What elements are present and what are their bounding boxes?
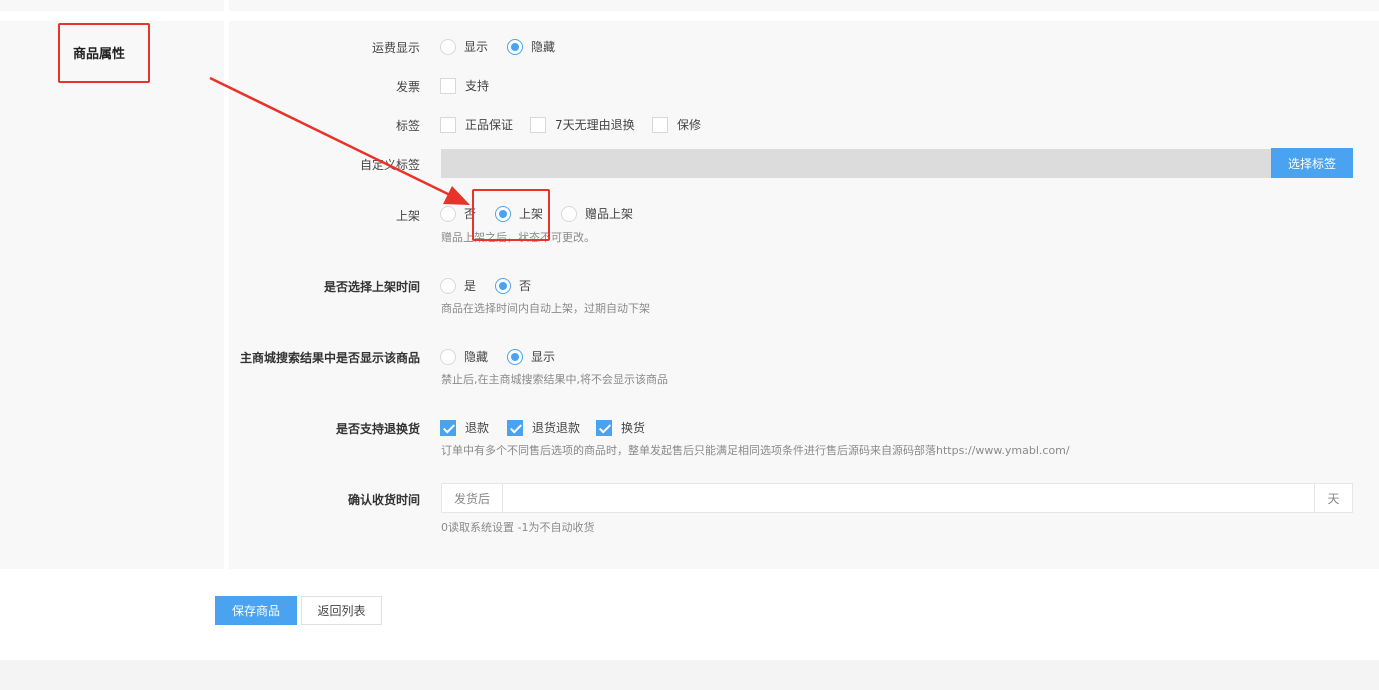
- annotation-arrow-icon: [209, 76, 470, 205]
